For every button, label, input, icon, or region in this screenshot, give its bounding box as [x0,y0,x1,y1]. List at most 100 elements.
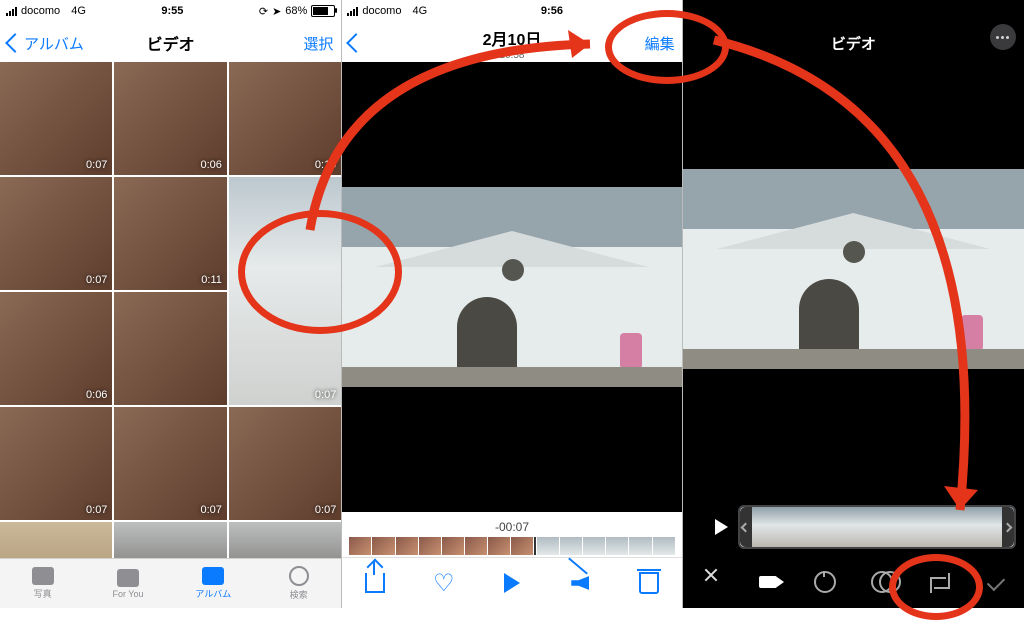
duration-label: 0:10 [315,159,336,171]
share-icon [365,573,385,593]
tab-search[interactable]: 検索 [256,559,341,608]
tab-albums[interactable]: アルバム [171,559,256,608]
cancel-button[interactable] [697,568,725,596]
adjust-icon [814,571,836,593]
close-icon [703,574,719,590]
video-thumb[interactable]: 0:10 [229,62,341,175]
video-thumb[interactable]: 0:07 [0,407,112,520]
nav-bar: アルバム ビデオ 選択 [0,22,341,64]
video-thumb[interactable]: 0:07 [229,407,341,520]
video-grid: 0:07 0:06 0:10 0:07 0:11 0:07 0:06 0:07 … [0,62,341,559]
video-thumb[interactable]: 0:08 [0,522,112,559]
mute-icon [571,576,589,590]
back-button[interactable]: アルバム [8,33,84,54]
video-thumb[interactable]: 0:07 [229,177,341,405]
play-icon [504,573,520,593]
tab-photos[interactable]: 写真 [0,559,85,608]
crop-button[interactable] [925,568,953,596]
carrier-label: docomo [21,5,60,17]
filmstrip[interactable] [349,537,674,555]
status-bar: docomo 4G 9:55 ⟳ ➤ 68% [0,0,341,22]
nav-bar: 2月10日10:58 編集 [341,22,682,64]
filters-button[interactable] [868,568,896,596]
tab-label: 検索 [290,588,308,601]
video-preview[interactable] [341,62,682,512]
page-title: 2月10日10:58 [341,26,682,61]
network-label: 4G [71,5,86,17]
back-label: アルバム [24,33,84,54]
location-icon: ➤ [272,5,281,18]
signal-icon [6,6,17,16]
video-thumb[interactable]: 0:07 [114,407,226,520]
edit-button[interactable]: 編集 [645,33,675,54]
video-thumb[interactable]: 0:11 [114,177,226,290]
duration-label: 0:11 [201,274,222,286]
share-button[interactable] [361,569,389,597]
duration-label: 0:07 [315,504,336,516]
signal-icon [347,6,358,16]
trim-handle-left[interactable] [740,507,752,547]
divider [682,0,683,608]
duration-label: 0:07 [200,504,221,516]
trim-strip [715,506,1016,548]
video-thumb[interactable]: 0:08 [229,522,341,559]
trim-clip[interactable] [738,505,1016,549]
duration-label: 0:06 [86,389,107,401]
chevron-left-icon [346,33,366,53]
video-thumb[interactable]: 0:06 [114,522,226,559]
video-thumb[interactable]: 0:06 [114,62,226,175]
playhead[interactable] [534,537,536,555]
building-image [683,169,1024,369]
video-preview[interactable] [683,62,1024,476]
network-label: 4G [413,5,428,17]
select-button[interactable]: 選択 [303,33,333,54]
filters-icon [871,571,893,593]
trim-handle-right[interactable] [1002,507,1014,547]
video-icon [759,576,777,588]
battery-label: 68% [285,5,307,17]
tab-label: 写真 [34,587,52,600]
adjust-button[interactable] [811,568,839,596]
chevron-left-icon [5,33,25,53]
tab-label: For You [112,589,143,599]
trash-icon [639,572,659,594]
play-button[interactable] [715,519,728,535]
done-button[interactable] [982,568,1010,596]
orientation-icon: ⟳ [259,5,268,18]
albums-icon [202,567,224,585]
video-mode-button[interactable] [754,568,782,596]
more-button[interactable] [990,24,1016,50]
clock-label: 9:56 [541,5,563,17]
page-title: ビデオ [683,33,1024,54]
duration-label: 0:07 [86,504,107,516]
screenshot-editor: ビデオ [683,0,1024,608]
crop-icon [930,573,948,591]
duration-label: 0:06 [200,159,221,171]
screenshot-album: docomo 4G 9:55 ⟳ ➤ 68% アルバム ビデオ 選択 0:07 0:… [0,0,341,608]
foryou-icon [117,569,139,587]
building-image [341,187,682,387]
toolbar: ♡ [341,557,682,608]
clock-label: 9:55 [161,5,183,17]
photos-icon [32,567,54,585]
check-icon [987,573,1005,591]
tab-foryou[interactable]: For You [85,559,170,608]
video-thumb[interactable] [114,292,226,405]
time-counter: -00:07 [341,520,682,534]
search-icon [289,566,309,586]
favorite-button[interactable]: ♡ [430,569,458,597]
duration-label: 0:07 [86,159,107,171]
back-button[interactable] [349,36,363,50]
battery-icon [311,5,335,17]
mute-button[interactable] [566,569,594,597]
carrier-label: docomo [362,5,401,17]
video-thumb[interactable]: 0:07 [0,62,112,175]
heart-icon: ♡ [433,569,455,598]
video-thumb[interactable]: 0:07 [0,177,112,290]
video-thumb[interactable]: 0:06 [0,292,112,405]
editor-toolbar [683,556,1024,608]
delete-button[interactable] [635,569,663,597]
duration-label: 0:07 [86,274,107,286]
duration-label: 0:07 [315,389,336,401]
play-button[interactable] [498,569,526,597]
